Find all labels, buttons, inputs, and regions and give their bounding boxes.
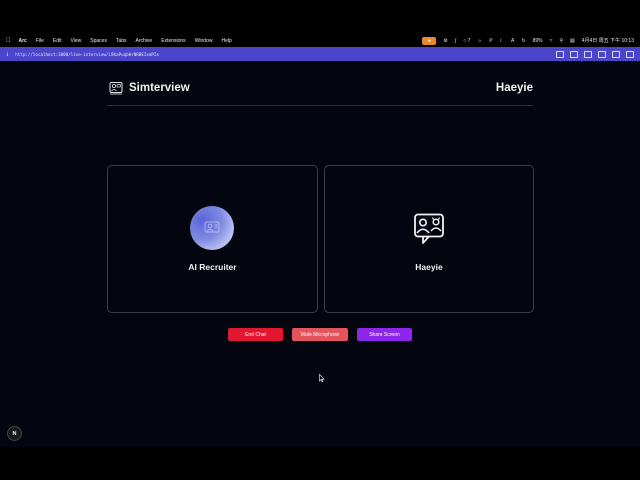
app-header: Simterview Haeyie [107,79,533,106]
ai-avatar [190,206,234,250]
end-chat-button[interactable]: End Chat [228,328,283,341]
gear-icon[interactable]: ⚙ [443,38,447,44]
extension-icon[interactable] [598,50,606,58]
ai-recruiter-label: AI Recruiter [188,262,237,272]
bluetooth-icon[interactable]: ℙ [489,38,493,44]
url-text[interactable]: http://localhost:3000/live-interview/i8k… [15,52,159,57]
ai-recruiter-card: AI Recruiter [107,165,318,313]
share-screen-button[interactable]: Share Screen [357,328,412,341]
menu-window[interactable]: Window [195,38,213,44]
app-main: Simterview Haeyie AI Recruiter Haeyie En… [0,61,640,447]
nextjs-dev-badge[interactable]: N [7,426,22,441]
user-name: Haeyie [495,82,533,94]
moon-icon[interactable]: ☾ [500,38,504,44]
recording-icon[interactable]: ● [422,36,437,45]
app-title: Simterview [129,82,190,94]
input-source-icon[interactable]: A [511,38,514,44]
badge-count: 7 [467,37,471,44]
macos-menubar:  Arc File Edit View Spaces Tabs Archive… [0,35,640,46]
menu-view[interactable]: View [71,38,82,44]
menu-spaces[interactable]: Spaces [90,38,107,44]
ai-recruiter-icon [204,221,220,233]
chat-icon[interactable]: ○ 7 [463,38,470,44]
logo-icon [109,82,123,95]
browser-url-bar: i http://localhost:3000/live-interview/i… [0,47,640,61]
menu-app-name[interactable]: Arc [19,38,27,44]
battery-text: 89% [532,37,543,44]
mouse-cursor-icon [319,374,325,382]
menu-help[interactable]: Help [221,38,231,44]
settings-icon[interactable] [612,50,620,58]
apple-icon[interactable]:  [6,38,11,44]
user-avatar-icon [414,213,444,244]
menu-file[interactable]: File [36,38,44,44]
wifi-icon[interactable]: ≈ [550,38,553,44]
user-card: Haeyie [324,165,534,313]
bottom-black-bar [0,447,640,480]
site-info-icon[interactable]: i [7,52,8,57]
menu-archive[interactable]: Archive [136,38,153,44]
link-icon[interactable] [556,50,564,58]
compass-icon[interactable]: ☼ [477,38,482,44]
camera-icon[interactable] [584,50,592,58]
control-center-icon[interactable]: ▤ [570,38,575,44]
app-logo[interactable]: Simterview [109,81,190,95]
menu-edit[interactable]: Edit [53,38,62,44]
sync-icon[interactable]: ↻ [521,38,525,44]
menu-tabs[interactable]: Tabs [116,38,127,44]
mute-microphone-button[interactable]: Mute Microphone [292,328,348,341]
search-icon[interactable]: ⚲ [559,38,563,44]
user-card-label: Haeyie [415,262,443,272]
screenshot-icon[interactable] [570,50,578,58]
clock-text[interactable]: 4月4日 周五 下午 10:13 [582,37,634,44]
paperclip-icon[interactable]: ∫ [455,38,456,44]
menu-extensions[interactable]: Extensions [161,38,185,44]
grid-icon[interactable] [626,50,634,58]
url-bar-tools [556,50,634,58]
